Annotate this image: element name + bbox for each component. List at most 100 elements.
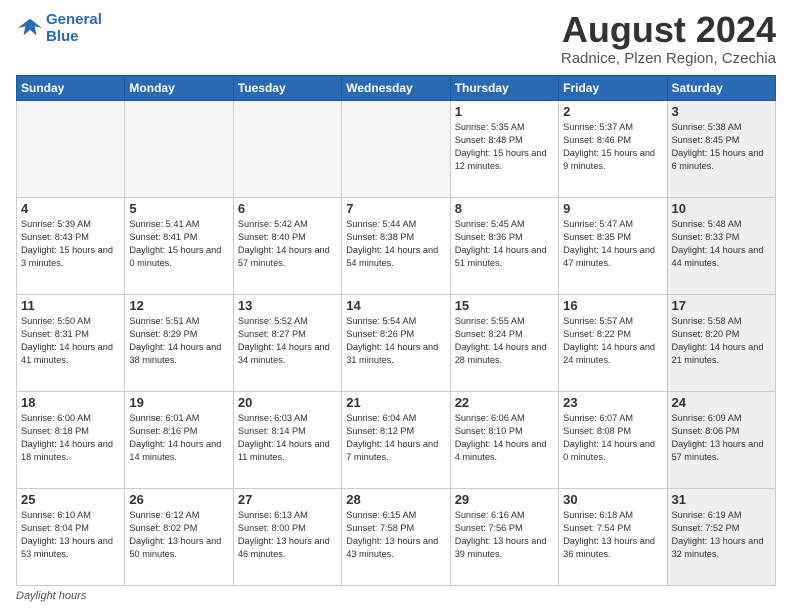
table-row: 10 Sunrise: 5:48 AM Sunset: 8:33 PM Dayli… [667, 198, 775, 295]
day-number: 15 [455, 298, 554, 313]
day-info: Sunrise: 6:13 AM Sunset: 8:00 PM Dayligh… [238, 509, 337, 561]
day-info: Sunrise: 5:51 AM Sunset: 8:29 PM Dayligh… [129, 315, 228, 367]
table-row: 5 Sunrise: 5:41 AM Sunset: 8:41 PM Daylig… [125, 198, 233, 295]
day-info: Sunrise: 5:45 AM Sunset: 8:36 PM Dayligh… [455, 218, 554, 270]
table-row: 29 Sunrise: 6:16 AM Sunset: 7:56 PM Dayli… [450, 489, 558, 586]
footer-label: Daylight hours [16, 590, 86, 602]
day-number: 25 [21, 492, 120, 507]
table-row: 11 Sunrise: 5:50 AM Sunset: 8:31 PM Dayli… [17, 295, 125, 392]
day-number: 9 [563, 201, 662, 216]
table-row: 22 Sunrise: 6:06 AM Sunset: 8:10 PM Dayli… [450, 392, 558, 489]
day-info: Sunrise: 5:41 AM Sunset: 8:41 PM Dayligh… [129, 218, 228, 270]
calendar-week-row: 25 Sunrise: 6:10 AM Sunset: 8:04 PM Dayli… [17, 489, 776, 586]
table-row: 9Sunrise: 5:47 AM Sunset: 8:35 PM Daylig… [559, 198, 667, 295]
table-row: 3 Sunrise: 5:38 AM Sunset: 8:45 PM Daylig… [667, 101, 775, 198]
table-row: 12 Sunrise: 5:51 AM Sunset: 8:29 PM Dayli… [125, 295, 233, 392]
table-row: 19 Sunrise: 6:01 AM Sunset: 8:16 PM Dayli… [125, 392, 233, 489]
day-number: 5 [129, 201, 228, 216]
day-info: Sunrise: 6:19 AM Sunset: 7:52 PM Dayligh… [672, 509, 771, 561]
day-number: 3 [672, 104, 771, 119]
table-row: 17Sunrise: 5:58 AM Sunset: 8:20 PM Dayli… [667, 295, 775, 392]
day-number: 22 [455, 395, 554, 410]
table-row [233, 101, 341, 198]
day-number: 10 [672, 201, 771, 216]
day-number: 30 [563, 492, 662, 507]
day-info: Sunrise: 5:42 AM Sunset: 8:40 PM Dayligh… [238, 218, 337, 270]
day-number: 12 [129, 298, 228, 313]
calendar-week-row: 1Sunrise: 5:35 AM Sunset: 8:48 PM Daylig… [17, 101, 776, 198]
table-row: 13Sunrise: 5:52 AM Sunset: 8:27 PM Dayli… [233, 295, 341, 392]
day-info: Sunrise: 6:12 AM Sunset: 8:02 PM Dayligh… [129, 509, 228, 561]
table-row: 26 Sunrise: 6:12 AM Sunset: 8:02 PM Dayli… [125, 489, 233, 586]
title-month: August 2024 [561, 12, 776, 48]
day-info: Sunrise: 5:38 AM Sunset: 8:45 PM Dayligh… [672, 121, 771, 173]
day-info: Sunrise: 6:06 AM Sunset: 8:10 PM Dayligh… [455, 412, 554, 464]
day-info: Sunrise: 6:10 AM Sunset: 8:04 PM Dayligh… [21, 509, 120, 561]
table-row: 8 Sunrise: 5:45 AM Sunset: 8:36 PM Daylig… [450, 198, 558, 295]
day-number: 14 [346, 298, 445, 313]
day-number: 13 [238, 298, 337, 313]
calendar-week-row: 11 Sunrise: 5:50 AM Sunset: 8:31 PM Dayli… [17, 295, 776, 392]
page: General Blue August 2024 Radnice, Plzen … [0, 0, 792, 612]
col-friday: Friday [559, 76, 667, 101]
table-row: 21 Sunrise: 6:04 AM Sunset: 8:12 PM Dayli… [342, 392, 450, 489]
day-info: Sunrise: 5:54 AM Sunset: 8:26 PM Dayligh… [346, 315, 445, 367]
table-row: 30 Sunrise: 6:18 AM Sunset: 7:54 PM Dayli… [559, 489, 667, 586]
calendar-table: Sunday Monday Tuesday Wednesday Thursday… [16, 75, 776, 586]
day-info: Sunrise: 5:44 AM Sunset: 8:38 PM Dayligh… [346, 218, 445, 270]
day-info: Sunrise: 6:04 AM Sunset: 8:12 PM Dayligh… [346, 412, 445, 464]
footer: Daylight hours [16, 590, 776, 602]
title-block: August 2024 Radnice, Plzen Region, Czech… [561, 12, 776, 67]
table-row: 4 Sunrise: 5:39 AM Sunset: 8:43 PM Daylig… [17, 198, 125, 295]
day-number: 4 [21, 201, 120, 216]
calendar-header-row: Sunday Monday Tuesday Wednesday Thursday… [17, 76, 776, 101]
day-info: Sunrise: 5:48 AM Sunset: 8:33 PM Dayligh… [672, 218, 771, 270]
table-row: 31Sunrise: 6:19 AM Sunset: 7:52 PM Dayli… [667, 489, 775, 586]
table-row: 25 Sunrise: 6:10 AM Sunset: 8:04 PM Dayli… [17, 489, 125, 586]
table-row: 2Sunrise: 5:37 AM Sunset: 8:46 PM Daylig… [559, 101, 667, 198]
day-number: 19 [129, 395, 228, 410]
logo-text: General Blue [46, 12, 102, 45]
day-number: 29 [455, 492, 554, 507]
table-row: 28Sunrise: 6:15 AM Sunset: 7:58 PM Dayli… [342, 489, 450, 586]
day-number: 20 [238, 395, 337, 410]
table-row: 14 Sunrise: 5:54 AM Sunset: 8:26 PM Dayli… [342, 295, 450, 392]
day-number: 16 [563, 298, 662, 313]
logo-line1: General [46, 11, 102, 28]
logo: General Blue [16, 12, 102, 45]
table-row: 1Sunrise: 5:35 AM Sunset: 8:48 PM Daylig… [450, 101, 558, 198]
day-info: Sunrise: 6:18 AM Sunset: 7:54 PM Dayligh… [563, 509, 662, 561]
table-row [125, 101, 233, 198]
day-info: Sunrise: 6:00 AM Sunset: 8:18 PM Dayligh… [21, 412, 120, 464]
day-number: 21 [346, 395, 445, 410]
day-info: Sunrise: 6:09 AM Sunset: 8:06 PM Dayligh… [672, 412, 771, 464]
table-row: 6 Sunrise: 5:42 AM Sunset: 8:40 PM Daylig… [233, 198, 341, 295]
day-info: Sunrise: 6:16 AM Sunset: 7:56 PM Dayligh… [455, 509, 554, 561]
day-number: 28 [346, 492, 445, 507]
table-row: 24 Sunrise: 6:09 AM Sunset: 8:06 PM Dayli… [667, 392, 775, 489]
day-number: 1 [455, 104, 554, 119]
day-info: Sunrise: 5:55 AM Sunset: 8:24 PM Dayligh… [455, 315, 554, 367]
day-info: Sunrise: 5:39 AM Sunset: 8:43 PM Dayligh… [21, 218, 120, 270]
table-row: 23Sunrise: 6:07 AM Sunset: 8:08 PM Dayli… [559, 392, 667, 489]
col-monday: Monday [125, 76, 233, 101]
day-number: 7 [346, 201, 445, 216]
day-info: Sunrise: 6:01 AM Sunset: 8:16 PM Dayligh… [129, 412, 228, 464]
table-row: 18 Sunrise: 6:00 AM Sunset: 8:18 PM Dayli… [17, 392, 125, 489]
day-number: 2 [563, 104, 662, 119]
logo-bird-icon [16, 15, 44, 43]
day-info: Sunrise: 6:03 AM Sunset: 8:14 PM Dayligh… [238, 412, 337, 464]
day-number: 6 [238, 201, 337, 216]
day-number: 11 [21, 298, 120, 313]
day-info: Sunrise: 5:50 AM Sunset: 8:31 PM Dayligh… [21, 315, 120, 367]
day-number: 24 [672, 395, 771, 410]
table-row: 16 Sunrise: 5:57 AM Sunset: 8:22 PM Dayli… [559, 295, 667, 392]
table-row [342, 101, 450, 198]
day-number: 26 [129, 492, 228, 507]
table-row: 7 Sunrise: 5:44 AM Sunset: 8:38 PM Daylig… [342, 198, 450, 295]
day-number: 18 [21, 395, 120, 410]
day-number: 17 [672, 298, 771, 313]
day-number: 8 [455, 201, 554, 216]
day-info: Sunrise: 5:57 AM Sunset: 8:22 PM Dayligh… [563, 315, 662, 367]
header: General Blue August 2024 Radnice, Plzen … [16, 12, 776, 67]
